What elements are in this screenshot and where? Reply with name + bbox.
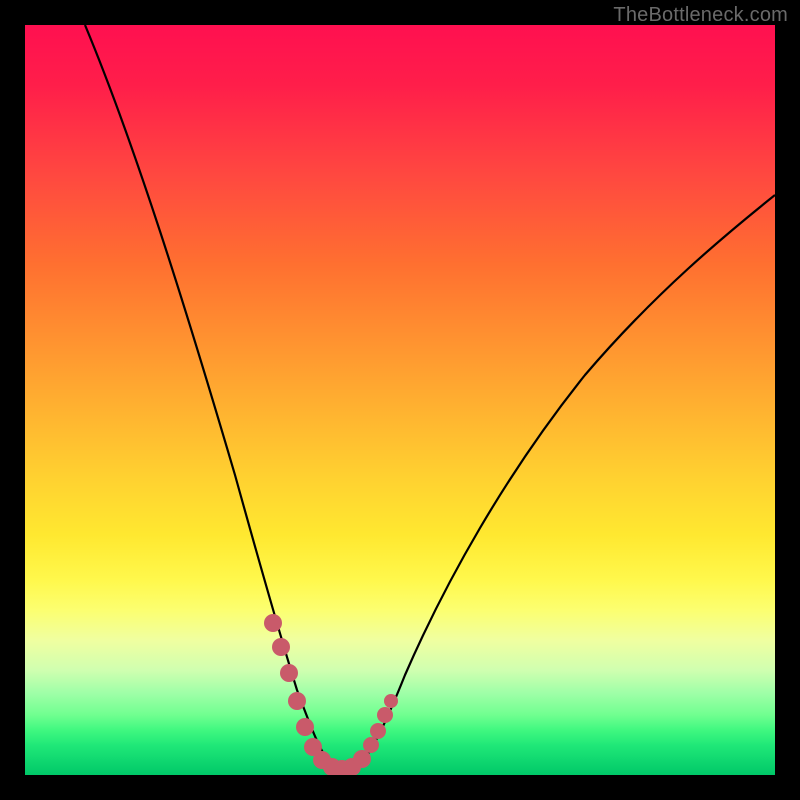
optimal-region-dots <box>264 614 398 775</box>
bottleneck-curve-path <box>85 25 775 772</box>
plot-area <box>25 25 775 775</box>
curve-overlay <box>25 25 775 775</box>
watermark-text: TheBottleneck.com <box>613 4 788 27</box>
